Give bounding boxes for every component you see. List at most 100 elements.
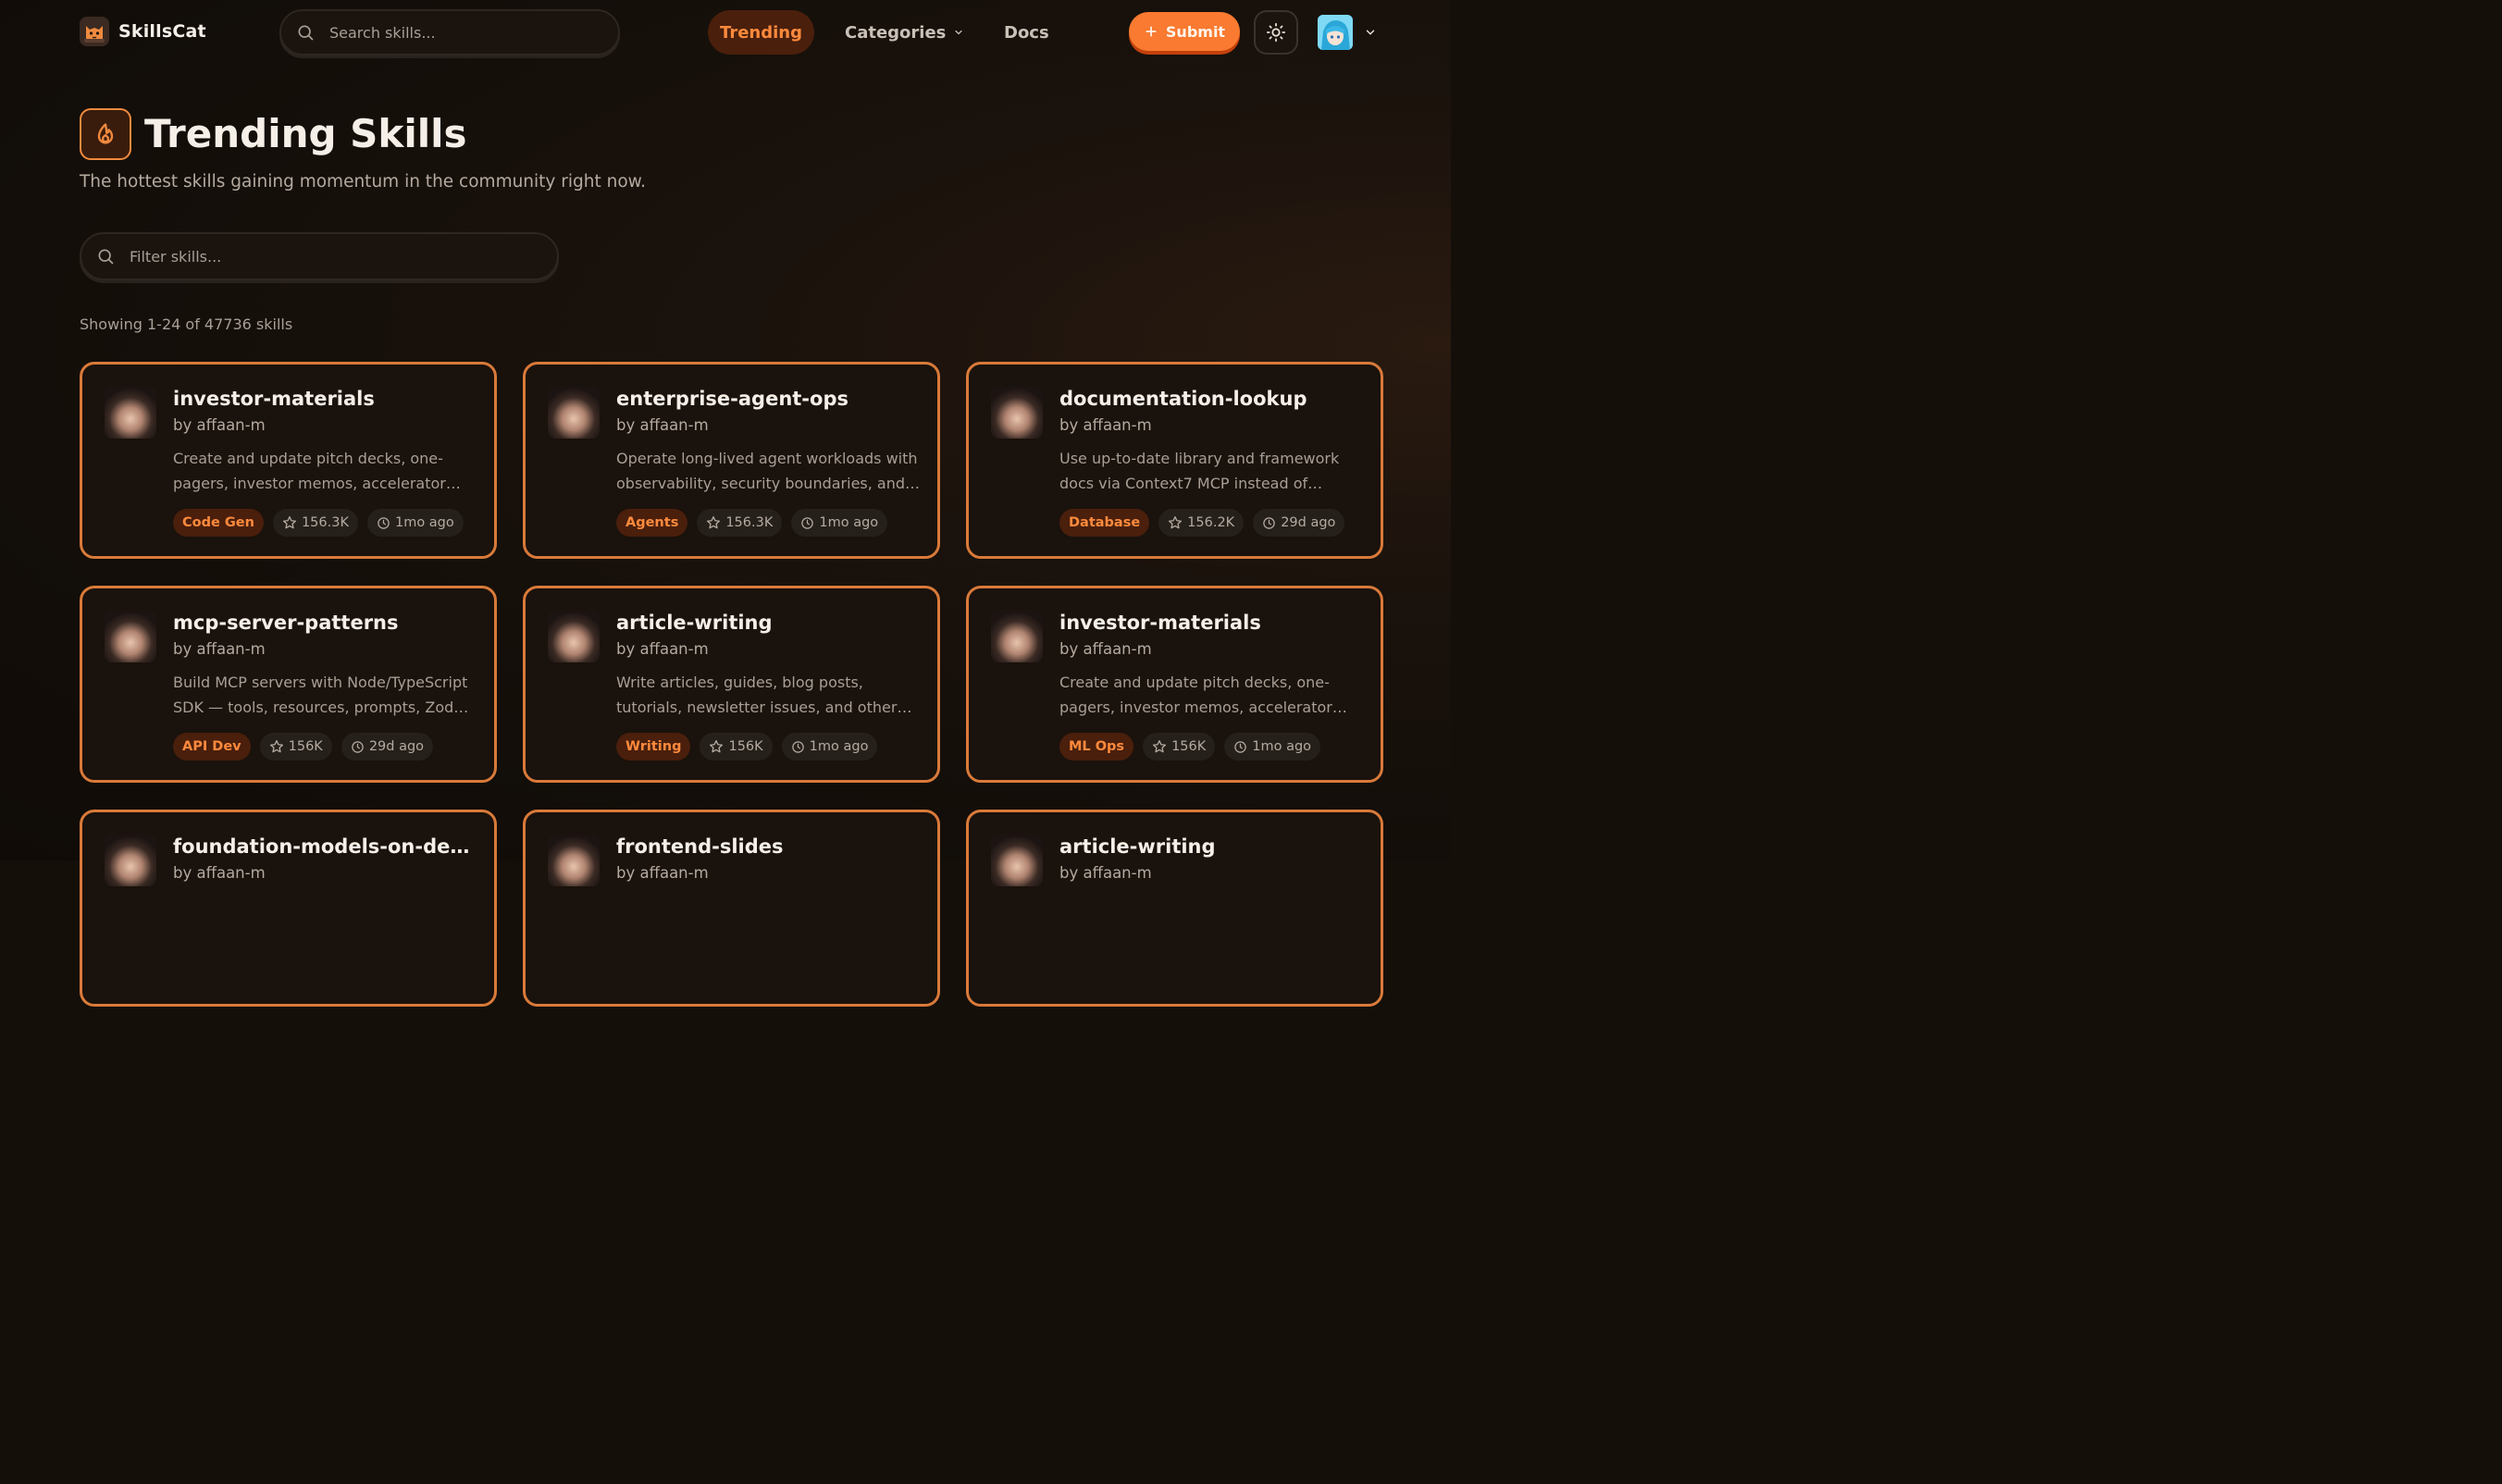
skill-description: Write articles, guides, blog posts, tuto… [616,674,898,716]
skill-title[interactable]: enterprise-agent-ops [616,388,922,410]
chevron-down-icon [1366,30,1375,35]
updated-time: 1mo ago [809,739,869,754]
nav-docs[interactable]: Docs [1004,10,1049,55]
skill-title[interactable]: frontend-slides [616,835,922,858]
skill-meta: ML Ops 156K 1mo ago [1059,733,1321,761]
global-search[interactable] [279,9,620,56]
updated-badge: 29d ago [1253,509,1345,537]
author-avatar [991,611,1043,662]
updated-badge: 1mo ago [366,509,464,537]
clock-icon [801,516,814,529]
clock-icon [378,516,390,529]
skill-author[interactable]: by affaan-m [173,416,266,434]
author-avatar [991,387,1043,439]
updated-badge: 1mo ago [781,733,878,761]
skill-card[interactable]: frontend-slides by affaan-m [523,810,940,1007]
category-tag[interactable]: Agents [616,509,688,537]
flame-icon [80,108,131,160]
user-avatar[interactable] [1318,15,1353,50]
skill-author[interactable]: by affaan-m [1059,640,1152,658]
sun-icon [1266,22,1286,43]
plus-icon [1146,26,1157,37]
cat-logo-icon [80,17,109,46]
stars-count: 156K [288,739,323,754]
nav-categories-label: Categories [845,22,947,43]
skills-grid: investor-materials by affaan-m Create an… [80,362,1383,1007]
skill-meta: Database 156.2K 29d ago [1059,509,1345,537]
skill-card[interactable]: investor-materials by affaan-m Create an… [80,362,497,559]
skill-description: Create and update pitch decks, one-pager… [173,450,446,492]
star-icon [269,740,283,753]
filter-search[interactable] [80,232,559,280]
category-tag[interactable]: Code Gen [173,509,264,537]
skill-author[interactable]: by affaan-m [173,640,266,658]
filter-input[interactable] [128,246,557,266]
updated-time: 1mo ago [819,515,879,530]
category-tag[interactable]: ML Ops [1059,733,1134,761]
star-icon [710,740,724,753]
skill-card[interactable]: investor-materials by affaan-m Create an… [966,586,1383,783]
skill-title[interactable]: mcp-server-patterns [173,612,478,634]
nav-categories[interactable]: Categories [845,10,964,55]
skill-author[interactable]: by affaan-m [1059,864,1152,882]
skill-card[interactable]: foundation-models-on-device by affaan-m [80,810,497,1007]
stars-badge: 156K [259,733,332,761]
stars-count: 156.3K [301,515,349,530]
stars-count: 156K [728,739,763,754]
updated-time: 29d ago [368,739,425,754]
clock-icon [352,740,364,753]
author-avatar [548,387,600,439]
stars-count: 156.2K [1187,515,1235,530]
skill-meta: API Dev 156K 29d ago [173,733,434,761]
skill-author[interactable]: by affaan-m [616,864,709,882]
stars-badge: 156K [1143,733,1216,761]
page-subtitle: The hottest skills gaining momentum in t… [80,172,646,192]
skill-author[interactable]: by affaan-m [616,640,709,658]
category-tag[interactable]: Database [1059,509,1150,537]
skill-card[interactable]: article-writing by affaan-m [966,810,1383,1007]
top-nav: SkillsCat Trending Categories Docs Submi… [0,0,1451,65]
skill-meta: Writing 156K 1mo ago [616,733,878,761]
updated-time: 1mo ago [1252,739,1312,754]
skill-title[interactable]: article-writing [616,612,922,634]
stars-badge: 156.3K [272,509,358,537]
skill-card[interactable]: mcp-server-patterns by affaan-m Build MC… [80,586,497,783]
skill-title[interactable]: article-writing [1059,835,1365,858]
theme-toggle-button[interactable] [1254,10,1298,55]
search-input[interactable] [328,22,618,43]
skill-author[interactable]: by affaan-m [173,864,266,882]
nav-trending[interactable]: Trending [708,10,814,55]
star-icon [1153,740,1167,753]
clock-icon [791,740,804,753]
skill-card[interactable]: documentation-lookup by affaan-m Use up-… [966,362,1383,559]
submit-label: Submit [1165,22,1226,41]
brand-name: SkillsCat [118,21,206,42]
category-tag[interactable]: Writing [616,733,691,761]
page-title: Trending Skills [144,111,467,156]
author-avatar [991,835,1043,886]
star-icon [282,516,296,529]
clock-icon [1263,516,1275,529]
updated-time: 1mo ago [394,515,454,530]
skill-author[interactable]: by affaan-m [1059,416,1152,434]
updated-time: 29d ago [1281,515,1336,530]
search-icon [298,25,314,41]
submit-button[interactable]: Submit [1129,12,1240,51]
author-avatar [105,611,156,662]
skill-title[interactable]: foundation-models-on-device [173,835,478,858]
skill-title[interactable]: investor-materials [1059,612,1365,634]
brand-logo[interactable]: SkillsCat [80,17,206,46]
category-tag[interactable]: API Dev [173,733,251,761]
skill-title[interactable]: investor-materials [173,388,478,410]
skill-card[interactable]: enterprise-agent-ops by affaan-m Operate… [523,362,940,559]
stars-count: 156.3K [725,515,774,530]
user-menu[interactable] [1318,15,1377,50]
skill-author[interactable]: by affaan-m [616,416,709,434]
stars-badge: 156.2K [1158,509,1245,537]
skill-title[interactable]: documentation-lookup [1059,388,1365,410]
skill-meta: Code Gen 156.3K 1mo ago [173,509,464,537]
star-icon [707,516,721,529]
results-count: Showing 1-24 of 47736 skills [80,315,293,333]
chevron-down-icon [955,30,963,35]
skill-card[interactable]: article-writing by affaan-m Write articl… [523,586,940,783]
